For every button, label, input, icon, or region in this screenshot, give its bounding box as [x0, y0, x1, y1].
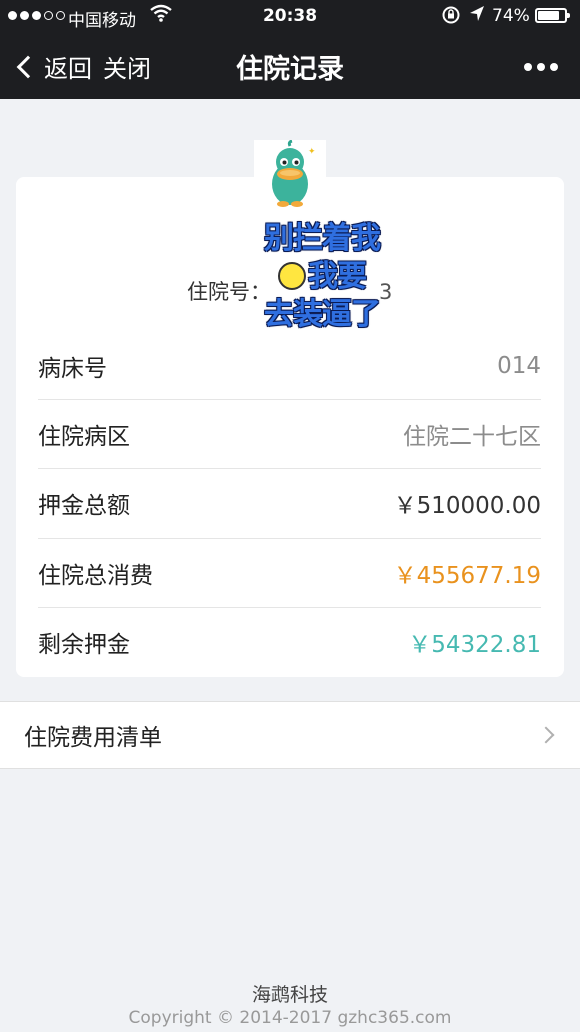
meme-text-line: 别拦着我	[264, 221, 381, 256]
more-dot-icon	[550, 63, 558, 71]
back-button[interactable]: 返回	[14, 49, 92, 84]
total-consumption-row: 住院总消费 ￥455677.19	[38, 538, 541, 607]
battery-percentage: 74%	[492, 6, 530, 26]
more-dot-icon	[537, 63, 545, 71]
smiley-icon	[278, 262, 306, 290]
deposit-total-row: 押金总额 ￥510000.00	[38, 468, 541, 537]
row-label: 押金总额	[38, 493, 130, 519]
row-label: 剩余押金	[38, 632, 130, 658]
bed-number-row: 病床号 014	[38, 331, 541, 400]
row-label: 住院病区	[38, 424, 130, 450]
fee-list-link[interactable]: 住院费用清单	[0, 701, 580, 769]
status-bar: 中国移动 20:38 74%	[0, 0, 580, 33]
meme-text-line: 我要	[254, 258, 390, 296]
location-arrow-icon	[468, 4, 486, 29]
chevron-left-icon	[16, 55, 40, 78]
duck-sticker-icon: ✦	[254, 139, 326, 212]
footer-company: 海鹉科技	[251, 984, 328, 1006]
footer-copyright: Copyright © 2014-2017 gzhc365.com	[128, 1008, 452, 1028]
meme-text: 别拦着我 我要 去装逼了	[254, 220, 390, 334]
navigation-bar: 返回 关闭 住院记录	[0, 33, 580, 99]
meme-text-fragment: 我要	[308, 259, 367, 294]
row-value: 014	[497, 352, 541, 379]
meme-sticker: ✦ 别拦着我 我要 去装逼了	[254, 139, 390, 340]
row-label: 住院总消费	[38, 563, 153, 589]
close-button[interactable]: 关闭	[103, 49, 151, 84]
row-value: 住院二十七区	[403, 424, 541, 450]
svg-text:✦: ✦	[308, 147, 316, 157]
more-dot-icon	[524, 63, 532, 71]
meme-text-line: 去装逼了	[264, 297, 381, 332]
fee-list-label: 住院费用清单	[24, 725, 162, 751]
row-value: ￥510000.00	[393, 493, 541, 519]
rotation-lock-icon	[441, 5, 461, 30]
more-options-button[interactable]	[524, 63, 558, 71]
chevron-right-icon	[537, 726, 555, 744]
battery-icon	[535, 8, 570, 23]
row-value: ￥54322.81	[408, 632, 541, 658]
row-label: 病床号	[38, 355, 107, 382]
row-value: ￥455677.19	[393, 563, 541, 589]
back-label: 返回	[44, 55, 92, 83]
remaining-deposit-row: 剩余押金 ￥54322.81	[38, 607, 541, 676]
ward-row: 住院病区 住院二十七区	[38, 399, 541, 468]
